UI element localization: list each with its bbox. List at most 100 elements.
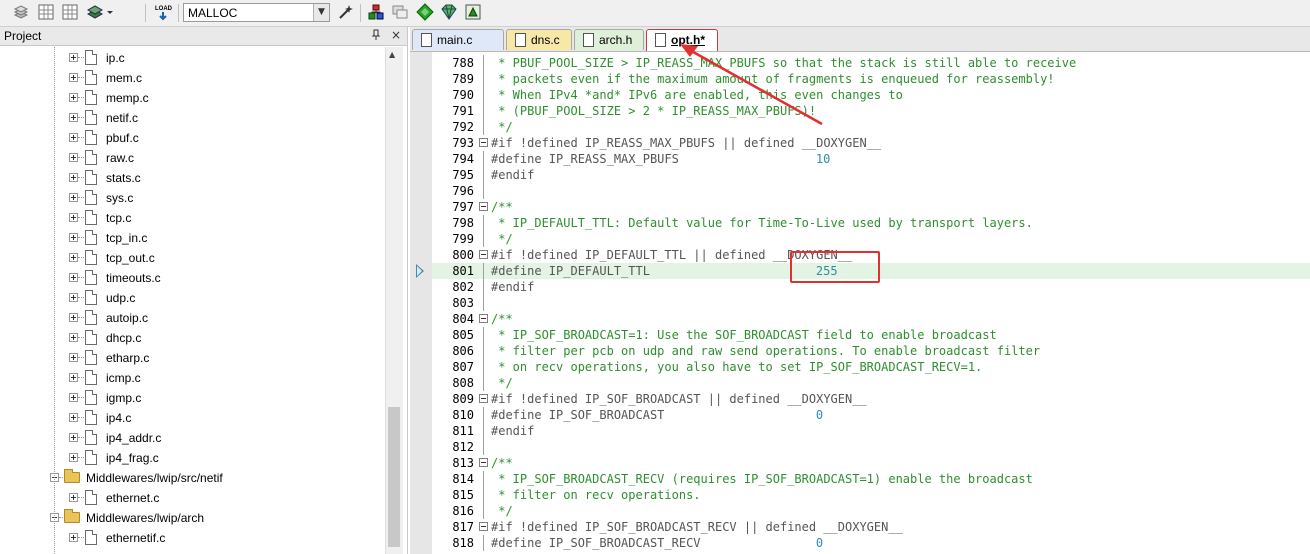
tree-file[interactable]: etharp.c [0, 348, 385, 368]
tree-file[interactable]: sys.c [0, 188, 385, 208]
expand-icon[interactable] [69, 433, 78, 442]
code-line: 797 /** [432, 199, 1310, 215]
expand-icon[interactable] [69, 333, 78, 342]
tree-file[interactable]: icmp.c [0, 368, 385, 388]
tree-file[interactable]: ethernetif.c [0, 528, 385, 548]
file-icon [85, 90, 97, 105]
tree-file[interactable]: dhcp.c [0, 328, 385, 348]
expand-icon[interactable] [69, 133, 78, 142]
expand-icon[interactable] [69, 213, 78, 222]
grid-icon[interactable] [37, 3, 55, 21]
file-icon [85, 490, 97, 505]
load-icon[interactable]: LOAD [154, 3, 173, 21]
current-line-icon-inner [417, 266, 422, 276]
tree-file[interactable]: raw.c [0, 148, 385, 168]
fold-icon[interactable] [479, 314, 488, 323]
tree-file[interactable]: ip4.c [0, 408, 385, 428]
tree-file[interactable]: udp.c [0, 288, 385, 308]
close-icon[interactable]: × [391, 28, 401, 42]
fold-guide [483, 71, 484, 87]
fold-icon[interactable] [479, 202, 488, 211]
expand-icon[interactable] [69, 233, 78, 242]
expand-icon[interactable] [69, 393, 78, 402]
line-number: 798 [452, 216, 474, 230]
fold-icon[interactable] [479, 522, 488, 531]
tree-file[interactable]: tcp_out.c [0, 248, 385, 268]
tree-file[interactable]: ethernet.c [0, 488, 385, 508]
fold-icon[interactable] [479, 394, 488, 403]
magic-wand-icon[interactable] [337, 3, 355, 21]
expand-icon[interactable] [69, 73, 78, 82]
expand-icon[interactable] [69, 313, 78, 322]
expand-icon[interactable] [69, 173, 78, 182]
code-text: * IP_DEFAULT_TTL: Default value for Time… [491, 216, 1033, 230]
tree-file[interactable]: ip.c [0, 48, 385, 68]
expand-icon[interactable] [69, 373, 78, 382]
code-area[interactable]: 788 * PBUF_POOL_SIZE > IP_REASS_MAX_PBUF… [410, 52, 1310, 554]
expand-icon[interactable] [69, 453, 78, 462]
tree-file[interactable]: tcp.c [0, 208, 385, 228]
gem-icon[interactable] [440, 3, 458, 21]
fold-icon[interactable] [479, 138, 488, 147]
tree-file[interactable]: stats.c [0, 168, 385, 188]
line-number: 796 [452, 184, 474, 198]
project-scrollbar[interactable]: ▲ [385, 47, 403, 554]
tree-file[interactable]: autoip.c [0, 308, 385, 328]
diamond-icon[interactable] [416, 3, 434, 21]
expand-icon[interactable] [69, 153, 78, 162]
scroll-up-icon[interactable]: ▲ [389, 50, 395, 59]
expand-icon[interactable] [69, 113, 78, 122]
tree-file[interactable]: netif.c [0, 108, 385, 128]
toolbar: LOAD MALLOC ▼ [0, 0, 1310, 27]
line-number: 807 [452, 360, 474, 374]
expand-icon[interactable] [69, 353, 78, 362]
tree-folder[interactable]: Middlewares/lwip/src/netif [0, 468, 385, 488]
tab-arch-h[interactable]: arch.h [574, 29, 644, 50]
fold-icon[interactable] [479, 250, 488, 259]
tree-file[interactable]: memp.c [0, 88, 385, 108]
expand-icon[interactable] [69, 93, 78, 102]
tree-file[interactable]: mem.c [0, 68, 385, 88]
code-text: #define IP_REASS_MAX_PBUFS [491, 152, 679, 166]
tree-file[interactable]: ip4_addr.c [0, 428, 385, 448]
line-number: 813 [452, 456, 474, 470]
stack-icon[interactable] [12, 3, 30, 21]
expand-icon[interactable] [69, 273, 78, 282]
expand-icon[interactable] [69, 413, 78, 422]
pin-icon[interactable] [371, 29, 381, 44]
grid-icon-2[interactable] [61, 3, 79, 21]
chevron-down-icon[interactable]: ▼ [313, 4, 329, 21]
component-icon[interactable] [367, 3, 385, 21]
tree-file[interactable]: pbuf.c [0, 128, 385, 148]
file-icon [85, 250, 97, 265]
tree-file[interactable]: tcp_in.c [0, 228, 385, 248]
chevron-down-icon[interactable] [105, 3, 115, 21]
tab-main-c[interactable]: main.c [412, 29, 504, 50]
tree-file[interactable]: timeouts.c [0, 268, 385, 288]
target-select[interactable]: MALLOC ▼ [183, 3, 330, 22]
expand-icon[interactable] [69, 493, 78, 502]
line-number: 805 [452, 328, 474, 342]
tab-opt-h[interactable]: opt.h* [646, 29, 718, 51]
layers-icon[interactable] [86, 3, 104, 21]
scrollbar-thumb[interactable] [388, 407, 400, 547]
expand-icon[interactable] [69, 193, 78, 202]
code-line: 810 #define IP_SOF_BROADCAST 0 [432, 407, 1310, 423]
package-icon[interactable] [464, 3, 482, 21]
tree-folder[interactable]: Middlewares/lwip/arch [0, 508, 385, 528]
tree-file[interactable]: igmp.c [0, 388, 385, 408]
tree-file[interactable]: ip4_frag.c [0, 448, 385, 468]
file-icon [85, 290, 97, 305]
fold-icon[interactable] [479, 458, 488, 467]
expand-icon[interactable] [69, 253, 78, 262]
tree-item-label: Middlewares/lwip/arch [86, 511, 205, 525]
tab-dns-c[interactable]: dns.c [506, 29, 572, 50]
fold-guide [483, 375, 484, 391]
tree-connector [78, 137, 84, 138]
tree-connector [78, 157, 84, 158]
expand-icon[interactable] [69, 293, 78, 302]
expand-icon[interactable] [69, 533, 78, 542]
expand-icon[interactable] [69, 53, 78, 62]
file-icon [515, 33, 526, 47]
windows-icon[interactable] [391, 3, 409, 21]
